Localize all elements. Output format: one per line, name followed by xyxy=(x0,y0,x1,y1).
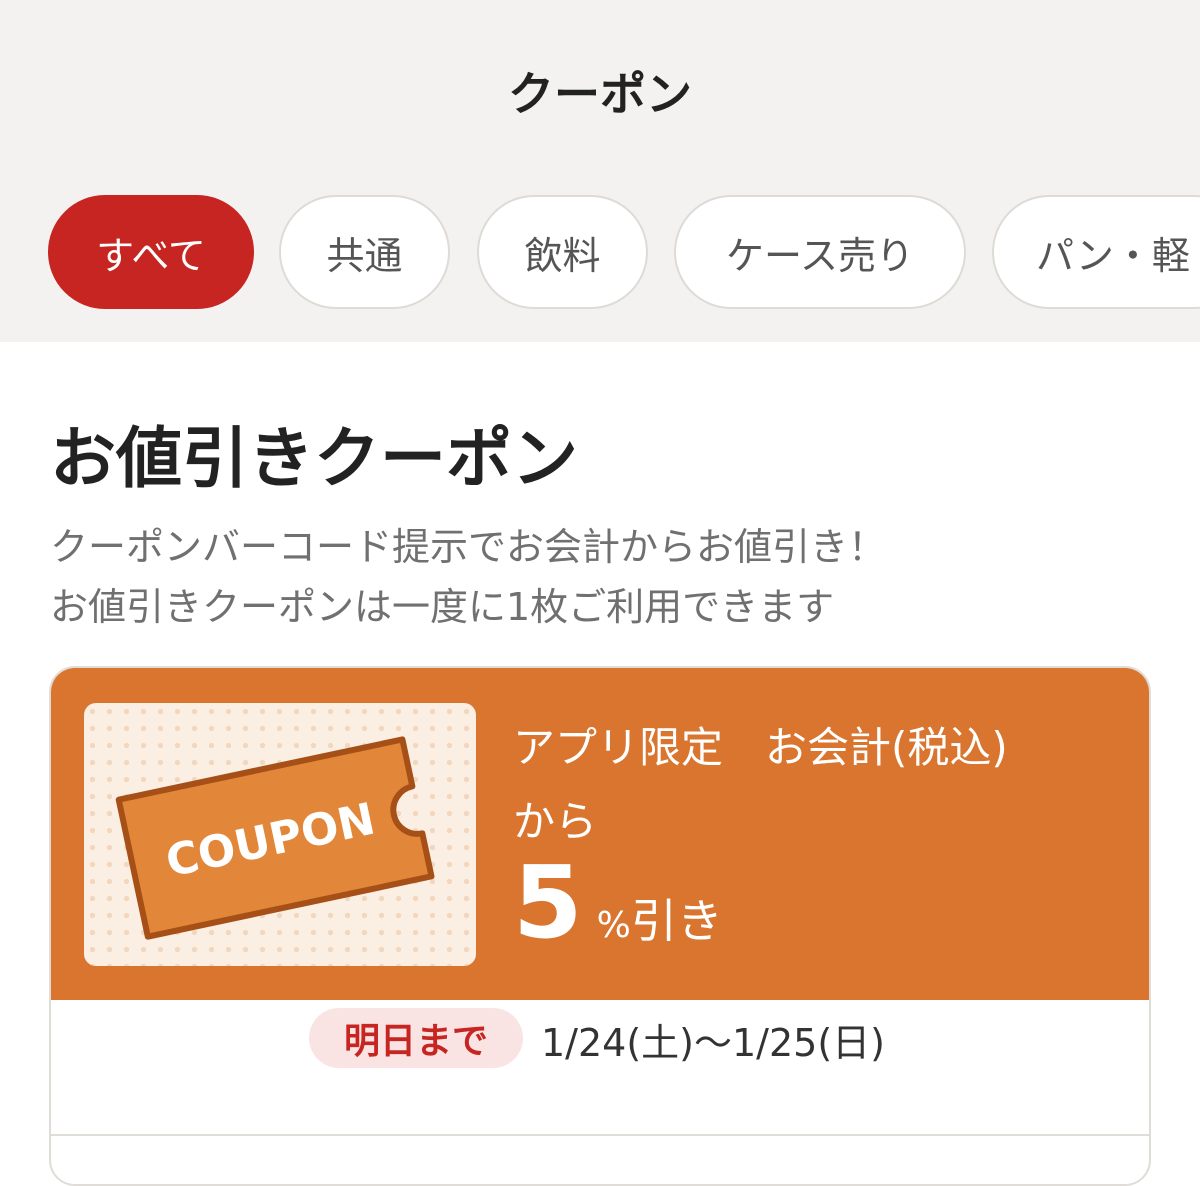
tab-case-sale[interactable]: ケース売り xyxy=(674,195,966,309)
coupon-card-header: COUPON アプリ限定 お会計(税込) から 5 % 引き xyxy=(51,668,1149,1000)
section-description-line1: クーポンバーコード提示でお会計からお値引き！ xyxy=(50,525,887,569)
discount-suffix: 引き xyxy=(630,894,723,948)
discount-amount: 5 % 引き xyxy=(513,853,723,953)
coupon-ticket-image: COUPON xyxy=(84,703,476,966)
tab-all[interactable]: すべて xyxy=(48,195,254,309)
valid-date-range: 1/24(土)〜1/25(日) xyxy=(541,1021,885,1065)
header-area: クーポン すべて 共通 飲料 ケース売り パン・軽 xyxy=(0,0,1200,342)
offer-line1: アプリ限定 お会計(税込) xyxy=(513,723,1008,772)
discount-number: 5 xyxy=(513,844,583,961)
offer-line2: から xyxy=(513,797,598,846)
deadline-badge: 明日まで xyxy=(309,1008,523,1068)
coupon-card[interactable]: COUPON アプリ限定 お会計(税込) から 5 % 引き 明日まで 1/24… xyxy=(49,666,1151,1186)
tab-drinks[interactable]: 飲料 xyxy=(477,195,648,309)
card-divider xyxy=(51,1134,1149,1136)
section-description-line2: お値引きクーポンは一度に1枚ご利用できます xyxy=(50,585,835,629)
discount-unit: % xyxy=(596,905,631,946)
tab-bread-light[interactable]: パン・軽 xyxy=(992,195,1200,309)
section-title: お値引きクーポン xyxy=(50,420,578,497)
page-title: クーポン xyxy=(508,67,692,121)
tab-common[interactable]: 共通 xyxy=(279,195,450,309)
category-tabs: すべて 共通 飲料 ケース売り パン・軽 xyxy=(0,195,1200,313)
